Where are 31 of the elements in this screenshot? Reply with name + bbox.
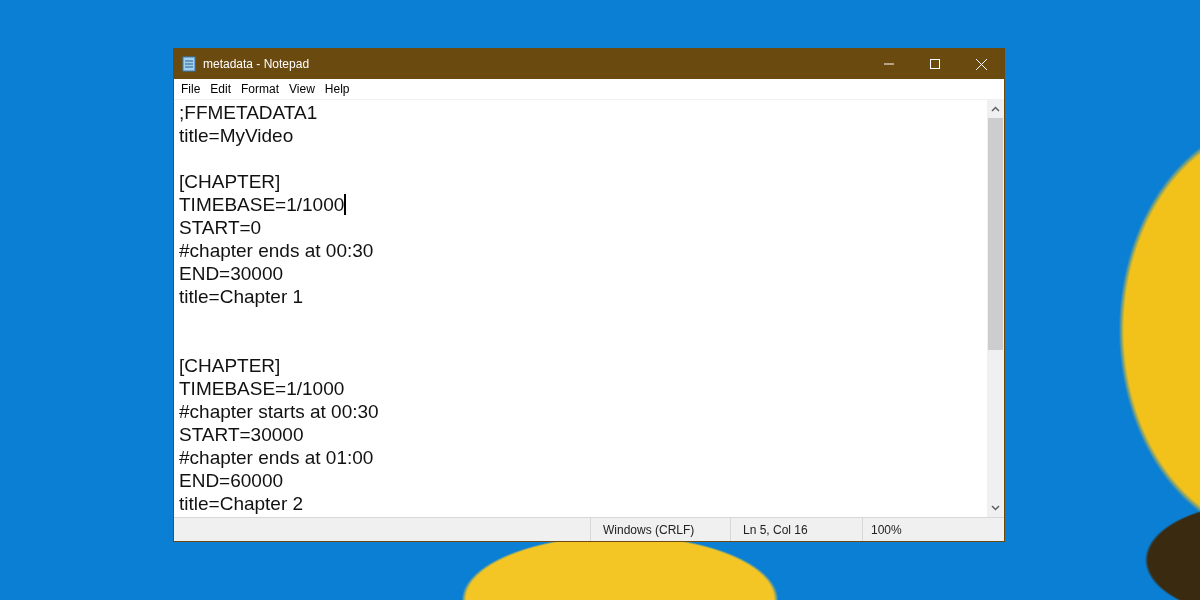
text-line: START=30000 <box>179 423 304 446</box>
text-line: START=0 <box>179 216 262 239</box>
text-line: #chapter ends at 01:00 <box>179 446 374 469</box>
text-line: END=30000 <box>179 262 284 285</box>
text-line: END=60000 <box>179 469 284 492</box>
notepad-icon <box>182 56 196 72</box>
text-line: title=MyVideo <box>179 124 294 147</box>
close-icon <box>975 58 987 70</box>
menu-item[interactable]: Edit <box>205 82 237 96</box>
window-title: metadata - Notepad <box>203 57 310 71</box>
text-line: TIMEBASE=1/1000 <box>179 193 345 216</box>
menu-item[interactable]: File <box>176 82 206 96</box>
menu-item[interactable]: Format <box>236 82 285 96</box>
text-line: [CHAPTER] <box>179 170 281 193</box>
maximize-icon <box>930 59 940 69</box>
text-line: #chapter ends at 00:30 <box>179 239 374 262</box>
text-line: ;FFMETADATA1 <box>179 101 318 124</box>
text-line: #chapter starts at 00:30 <box>179 400 379 423</box>
menu-item[interactable]: Help <box>319 82 355 96</box>
scrollbar-thumb[interactable] <box>988 118 1003 350</box>
menu-item[interactable]: View <box>284 82 320 96</box>
cursor-position-status: Ln 5, Col 16 <box>743 522 808 537</box>
text-line: title=Chapter 1 <box>179 285 304 308</box>
text-line: title=Chapter 2 <box>179 492 304 515</box>
text-line: TIMEBASE=1/1000 <box>179 377 345 400</box>
scroll-up-icon[interactable] <box>991 106 1000 112</box>
text-line: [CHAPTER] <box>179 354 281 377</box>
zoom-status: 100% <box>871 522 902 537</box>
line-ending-status: Windows (CRLF) <box>603 522 695 537</box>
scroll-down-icon[interactable] <box>991 505 1000 511</box>
vertical-scrollbar[interactable] <box>987 100 1004 517</box>
